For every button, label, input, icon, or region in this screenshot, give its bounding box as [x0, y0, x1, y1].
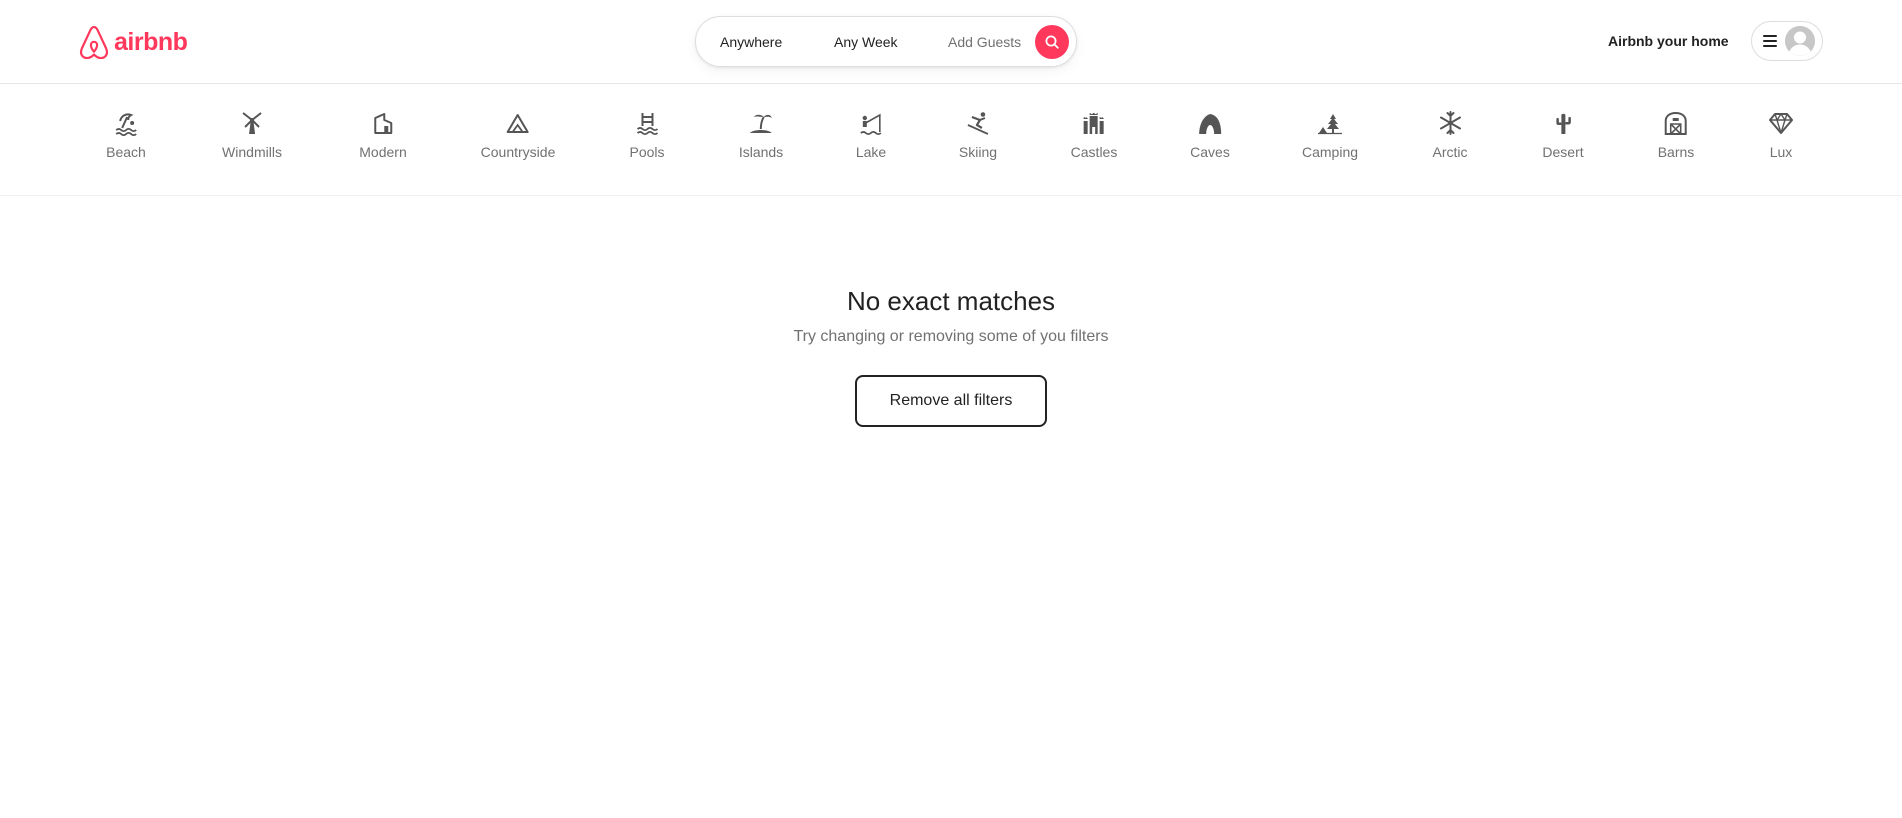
- beach-umbrella-icon: [115, 113, 137, 136]
- top-header: airbnb Anywhere Any Week Add Guests Airb…: [0, 0, 1902, 84]
- cave-icon: [1199, 114, 1221, 134]
- category-label: Arctic: [1432, 144, 1468, 160]
- diamond-icon: [1769, 113, 1793, 134]
- category-skiing[interactable]: Skiing: [959, 110, 997, 160]
- category-label: Modern: [359, 144, 407, 160]
- mountain-icon: [506, 114, 529, 133]
- barn-icon: [1664, 111, 1687, 135]
- airbnb-logo-icon: [79, 25, 109, 59]
- category-label: Lux: [1769, 144, 1793, 160]
- category-label: Windmills: [222, 144, 282, 160]
- pool-ladder-icon: [636, 113, 658, 136]
- category-barns[interactable]: Barns: [1657, 110, 1695, 160]
- search-dates-button[interactable]: Any Week: [834, 17, 898, 68]
- category-countryside[interactable]: Countryside: [480, 110, 556, 160]
- fishing-icon: [860, 113, 882, 136]
- category-label: Pools: [629, 144, 665, 160]
- castle-icon: [1084, 113, 1104, 134]
- category-label: Desert: [1542, 144, 1584, 160]
- palm-island-icon: [749, 114, 772, 133]
- category-windmills[interactable]: Windmills: [222, 110, 282, 160]
- windmill-icon: [242, 112, 262, 134]
- search-guests-button[interactable]: Add Guests: [948, 17, 1021, 68]
- category-lake[interactable]: Lake: [856, 110, 886, 160]
- category-label: Lake: [855, 144, 887, 160]
- category-label: Barns: [1657, 144, 1695, 160]
- category-label: Islands: [738, 144, 784, 160]
- category-arctic[interactable]: Arctic: [1433, 110, 1468, 160]
- category-label: Camping: [1301, 144, 1359, 160]
- category-beach[interactable]: Beach: [106, 110, 146, 160]
- modern-house-icon: [374, 113, 392, 134]
- category-label: Beach: [106, 144, 146, 160]
- hamburger-menu-icon: [1763, 35, 1777, 47]
- skier-icon: [967, 112, 989, 135]
- airbnb-logo[interactable]: airbnb: [78, 25, 188, 59]
- category-lux[interactable]: Lux: [1768, 110, 1794, 160]
- category-label: Caves: [1190, 144, 1230, 160]
- snowflake-icon: [1439, 111, 1461, 135]
- category-label: Castles: [1070, 144, 1118, 160]
- search-button[interactable]: [1035, 25, 1069, 59]
- category-modern[interactable]: Modern: [359, 110, 407, 160]
- user-avatar-icon: [1785, 26, 1815, 56]
- brand-name: airbnb: [114, 27, 188, 56]
- category-pools[interactable]: Pools: [629, 110, 665, 160]
- empty-state-title: No exact matches: [846, 286, 1056, 316]
- category-label: Skiing: [958, 144, 998, 160]
- search-bar[interactable]: Anywhere Any Week Add Guests: [695, 16, 1077, 67]
- host-your-home-link[interactable]: Airbnb your home: [1608, 24, 1729, 58]
- empty-state-subtitle: Try changing or removing some of you fil…: [793, 328, 1109, 345]
- tent-tree-icon: [1318, 114, 1342, 135]
- category-label: Countryside: [480, 144, 556, 160]
- search-location-button[interactable]: Anywhere: [720, 17, 782, 68]
- category-castles[interactable]: Castles: [1070, 110, 1118, 160]
- cactus-icon: [1555, 113, 1571, 134]
- category-islands[interactable]: Islands: [739, 110, 783, 160]
- remove-all-filters-button[interactable]: Remove all filters: [855, 375, 1047, 427]
- category-caves[interactable]: Caves: [1190, 110, 1230, 160]
- search-icon: [1045, 35, 1059, 49]
- category-bar: Beach Windmills Modern Countryside Pools: [0, 84, 1902, 196]
- category-camping[interactable]: Camping: [1302, 110, 1358, 160]
- category-desert[interactable]: Desert: [1542, 110, 1584, 160]
- user-menu-button[interactable]: [1751, 21, 1823, 61]
